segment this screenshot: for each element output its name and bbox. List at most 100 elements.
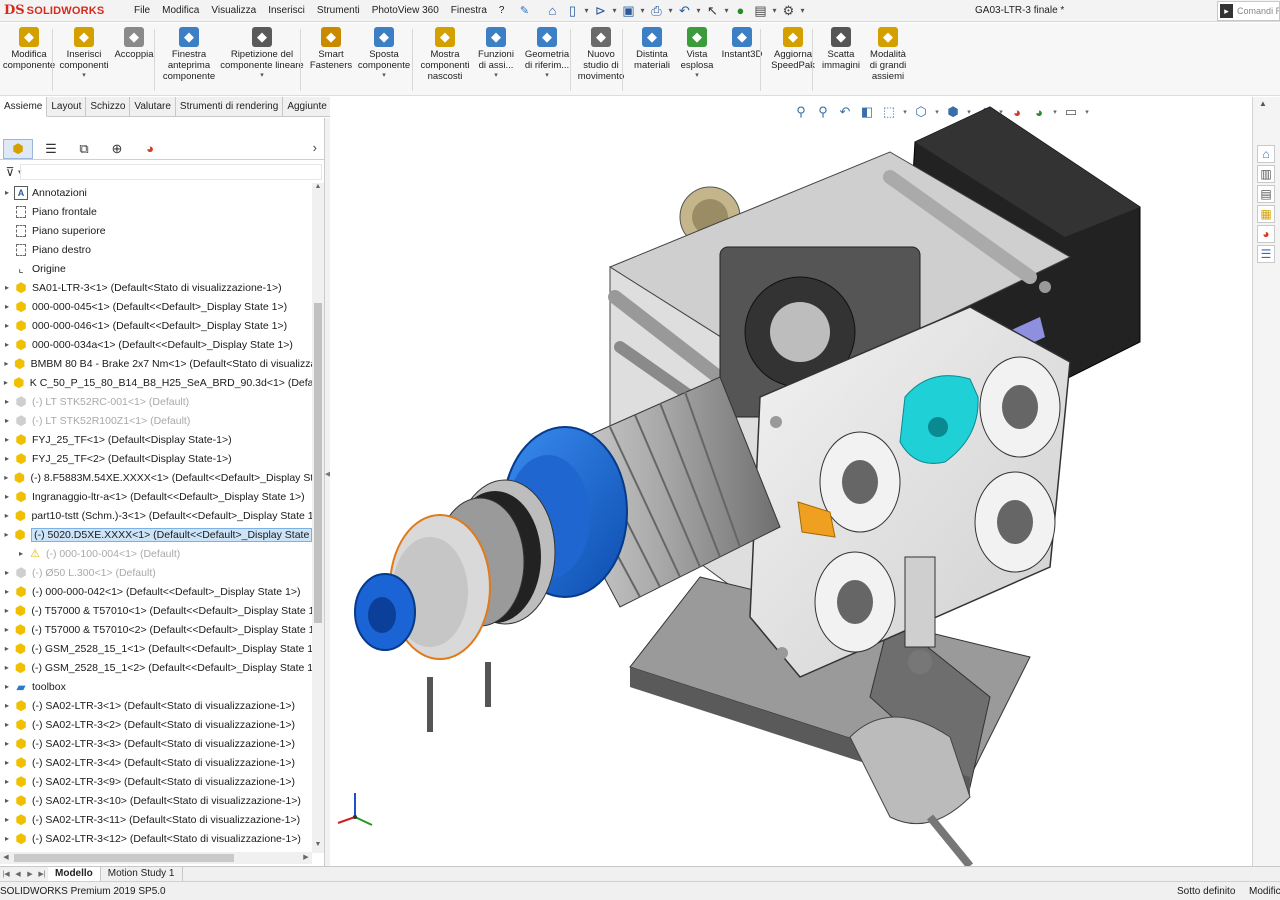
property-manager-tab-icon[interactable]: ☰ xyxy=(36,139,66,159)
open-icon[interactable]: ⊳ xyxy=(590,2,610,20)
tree-item[interactable]: ▸ ▰ toolbox xyxy=(0,677,312,696)
tree-item[interactable]: ▸ ⬢ (-) SA02-LTR-3<9> (Default<Stato di vi… xyxy=(0,772,312,791)
select-pointer-icon[interactable]: ↖ xyxy=(702,2,722,20)
expand-arrow-icon[interactable]: ▸ xyxy=(0,663,13,672)
tree-item[interactable]: ▸ ⬢ 000-000-046<1> (Default<<Default>_Disp… xyxy=(0,316,312,335)
solidworks-resources-icon[interactable]: ⌂ xyxy=(1257,145,1275,163)
command-button-6[interactable]: ◆ Sposta componente ▾ xyxy=(356,27,412,80)
tree-item[interactable]: ▸ ⬢ SA01-LTR-3<1> (Default<Stato di visual… xyxy=(0,278,312,297)
tree-item[interactable]: ▸ ⬢ (-) T57000 & T57010<2> (Default<<Defau… xyxy=(0,620,312,639)
tab-valutare[interactable]: Valutare xyxy=(130,97,176,117)
command-button-11[interactable]: ◆ Distinta materiali xyxy=(630,27,674,71)
tree-item[interactable]: Piano superiore xyxy=(0,221,312,240)
command-button-4[interactable]: ◆ Ripetizione del componente lineare ▾ xyxy=(220,27,304,80)
chevron-right-icon[interactable]: › xyxy=(313,140,317,155)
blue-encoder[interactable] xyxy=(354,573,416,651)
open-dropdown-icon[interactable]: ▾ xyxy=(610,6,618,15)
file-properties-icon[interactable]: ▤ xyxy=(750,2,770,20)
menu-help[interactable]: ? xyxy=(493,0,511,22)
menu-finestra[interactable]: Finestra xyxy=(445,0,493,22)
expand-arrow-icon[interactable]: ▸ xyxy=(0,397,14,406)
tree-item[interactable]: ▸ ⬢ (-) SA02-LTR-3<1> (Default<Stato di vi… xyxy=(0,696,312,715)
tree-item[interactable]: ▸ ⬢ (-) T57000 & T57010<1> (Default<<Defau… xyxy=(0,601,312,620)
expand-arrow-icon[interactable]: ▸ xyxy=(0,492,14,501)
tree-item[interactable]: ▸ ⬢ (-) SA02-LTR-3<4> (Default<Stato di vi… xyxy=(0,753,312,772)
tree-item[interactable]: ▸ ⬢ 000-000-045<1> (Default<<Default>_Disp… xyxy=(0,297,312,316)
tree-item[interactable]: ▸ ⬢ (-) LT STK52RC-001<1> (Default) xyxy=(0,392,312,411)
command-button-1[interactable]: ◆ Inserisci componenti ▾ xyxy=(58,27,110,80)
save-icon[interactable]: ▣ xyxy=(618,2,638,20)
command-button-3[interactable]: ◆ Finestra anteprima componente xyxy=(160,27,218,82)
menu-strumenti[interactable]: Strumenti xyxy=(311,0,366,22)
tab-prev-icon[interactable]: ◀ xyxy=(12,870,24,878)
tab-next-icon[interactable]: ▶ xyxy=(24,870,36,878)
tab-layout[interactable]: Layout xyxy=(47,97,87,117)
expand-arrow-icon[interactable]: ▸ xyxy=(0,739,14,748)
tree-item[interactable]: ▸ ⬢ K C_50_P_15_80_B14_B8_H25_SeA_BRD_90.3… xyxy=(0,373,312,392)
expand-arrow-icon[interactable]: ▸ xyxy=(14,549,28,558)
tree-item[interactable]: ▸ ⬢ (-) SA02-LTR-3<10> (Default<Stato di v… xyxy=(0,791,312,810)
expand-arrow-icon[interactable]: ▸ xyxy=(0,644,13,653)
command-button-13[interactable]: ◆ Instant3D xyxy=(720,27,764,60)
command-dropdown-icon[interactable]: ▾ xyxy=(82,71,86,80)
display-manager-tab-icon[interactable]: ◕ xyxy=(135,139,165,159)
expand-arrow-icon[interactable]: ▸ xyxy=(0,283,14,292)
graphics-area[interactable]: ⚲ ⚲ ↶ ◧ ⬚▾ ⬡▾ ⬢▾ ◈▾ ◕ ◕▾ ▭▾ xyxy=(330,97,1252,866)
tree-item[interactable]: ▸ ⬢ BMBM 80 B4 - Brake 2x7 Nm<1> (Default<… xyxy=(0,354,312,373)
custom-properties-icon[interactable]: ☰ xyxy=(1257,245,1275,263)
tree-item[interactable]: ▸ ⬢ 000-000-034a<1> (Default<<Default>_Dis… xyxy=(0,335,312,354)
expand-arrow-icon[interactable]: ▸ xyxy=(0,340,14,349)
tab-motion-study[interactable]: Motion Study 1 xyxy=(101,867,183,881)
expand-arrow-icon[interactable]: ▸ xyxy=(0,473,12,482)
tree-item[interactable]: ▸ ⬢ FYJ_25_TF<1> (Default<Display State-1>… xyxy=(0,430,312,449)
new-dropdown-icon[interactable]: ▾ xyxy=(582,6,590,15)
menu-file[interactable]: File xyxy=(128,0,156,22)
tab-assieme[interactable]: Assieme xyxy=(0,97,48,117)
scroll-up-icon[interactable]: ▲ xyxy=(312,183,324,195)
expand-arrow-icon[interactable]: ▸ xyxy=(0,568,14,577)
feature-tree-tab-icon[interactable]: ⬢ xyxy=(3,138,33,159)
tree-item[interactable]: ▸ ⬢ (-) GSM_2528_15_1<2> (Default<<Default… xyxy=(0,658,312,677)
scroll-left-icon[interactable]: ◀ xyxy=(0,852,12,864)
appearances-icon[interactable]: ◕ xyxy=(1257,225,1275,243)
expand-arrow-icon[interactable]: ▸ xyxy=(0,682,14,691)
menu-inserisci[interactable]: Inserisci xyxy=(262,0,311,22)
command-button-9[interactable]: ◆ Geometria di riferim... ▾ xyxy=(522,27,572,80)
tab-schizzo[interactable]: Schizzo xyxy=(86,97,131,117)
command-dropdown-icon[interactable]: ▾ xyxy=(545,71,549,80)
command-button-14[interactable]: ◆ Aggiorna SpeedPak xyxy=(768,27,818,71)
scroll-thumb[interactable] xyxy=(314,303,322,623)
command-button-15[interactable]: ◆ Scatta immagini xyxy=(820,27,862,71)
command-button-12[interactable]: ◆ Vista esplosa ▾ xyxy=(676,27,718,80)
command-dropdown-icon[interactable]: ▾ xyxy=(382,71,386,80)
command-dropdown-icon[interactable]: ▾ xyxy=(494,71,498,80)
view-palette-icon[interactable]: ▦ xyxy=(1257,205,1275,223)
tab-modello[interactable]: Modello xyxy=(48,867,101,881)
tab-last-icon[interactable]: ▶| xyxy=(36,870,48,878)
tree-item[interactable]: ▸ ⬢ (-) SA02-LTR-3<3> (Default<Stato di vi… xyxy=(0,734,312,753)
tree-item[interactable]: ▸ ⬢ (-) SA02-LTR-3<2> (Default<Stato di vi… xyxy=(0,715,312,734)
expand-arrow-icon[interactable]: ▸ xyxy=(0,587,14,596)
expand-arrow-icon[interactable]: ▸ xyxy=(0,530,13,539)
expand-arrow-icon[interactable]: ▸ xyxy=(0,701,14,710)
tree-item[interactable]: ▸ ⬢ FYJ_25_TF<2> (Default<Display State-1>… xyxy=(0,449,312,468)
options-dropdown-icon[interactable]: ▾ xyxy=(798,6,806,15)
rebuild-icon[interactable]: ● xyxy=(730,2,750,20)
design-library-icon[interactable]: ▥ xyxy=(1257,165,1275,183)
tree-item[interactable]: ▸ ⬢ Ingranaggio-ltr-a<1> (Default<<Default… xyxy=(0,487,312,506)
menu-visualizza[interactable]: Visualizza xyxy=(205,0,262,22)
properties-dropdown-icon[interactable]: ▾ xyxy=(770,6,778,15)
pin-icon[interactable]: ✎ xyxy=(516,4,532,17)
tree-filter-input[interactable] xyxy=(20,164,322,180)
tab-first-icon[interactable]: |◀ xyxy=(0,870,12,878)
print-dropdown-icon[interactable]: ▾ xyxy=(666,6,674,15)
tree-item[interactable]: ▸ A Annotazioni xyxy=(0,183,312,202)
expand-arrow-icon[interactable]: ▸ xyxy=(0,511,13,520)
assembly-3d-model[interactable] xyxy=(330,97,1252,866)
command-button-5[interactable]: ◆ Smart Fasteners xyxy=(308,27,354,71)
command-search-box[interactable]: ▸ Comandi R xyxy=(1217,1,1280,21)
command-dropdown-icon[interactable]: ▾ xyxy=(260,71,264,80)
scroll-right-icon[interactable]: ▶ xyxy=(300,852,312,864)
expand-arrow-icon[interactable]: ▸ xyxy=(0,815,14,824)
tree-item[interactable]: ▸ ⬢ part10-tstt (Schm.)-3<1> (Default<<Def… xyxy=(0,506,312,525)
